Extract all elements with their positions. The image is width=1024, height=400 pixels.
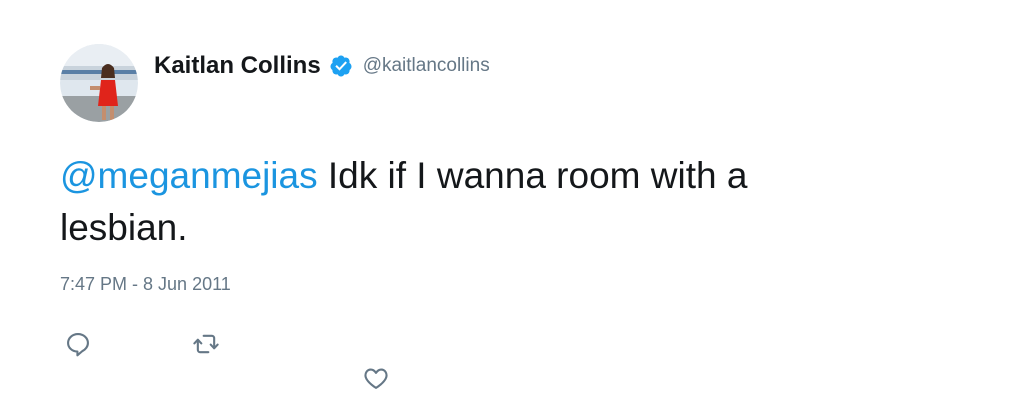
retweet-icon [193, 334, 219, 354]
tweet-text: @meganmejias Idk if I wanna room with a … [60, 150, 960, 254]
reply-icon [67, 333, 89, 357]
like-button[interactable] [362, 364, 390, 392]
verified-badge-icon [329, 54, 353, 78]
tweet-text-line1: Idk if I wanna room with a [317, 155, 748, 196]
mention-link[interactable]: @meganmejias [60, 155, 318, 196]
tweet-timestamp[interactable]: 7:47 PM - 8 Jun 2011 [60, 274, 231, 295]
reply-button[interactable] [64, 330, 92, 358]
author-handle[interactable]: @kaitlancollins [363, 55, 490, 77]
retweet-button[interactable] [192, 330, 220, 358]
heart-icon [364, 368, 388, 389]
avatar-photo [60, 44, 138, 122]
tweet-text-line2: lesbian. [60, 207, 188, 248]
tweet-card: Kaitlan Collins @kaitlancollins @meganme… [0, 0, 1024, 400]
author-row: Kaitlan Collins @kaitlancollins [154, 52, 490, 80]
avatar[interactable] [60, 44, 138, 122]
author-display-name[interactable]: Kaitlan Collins [154, 52, 321, 80]
